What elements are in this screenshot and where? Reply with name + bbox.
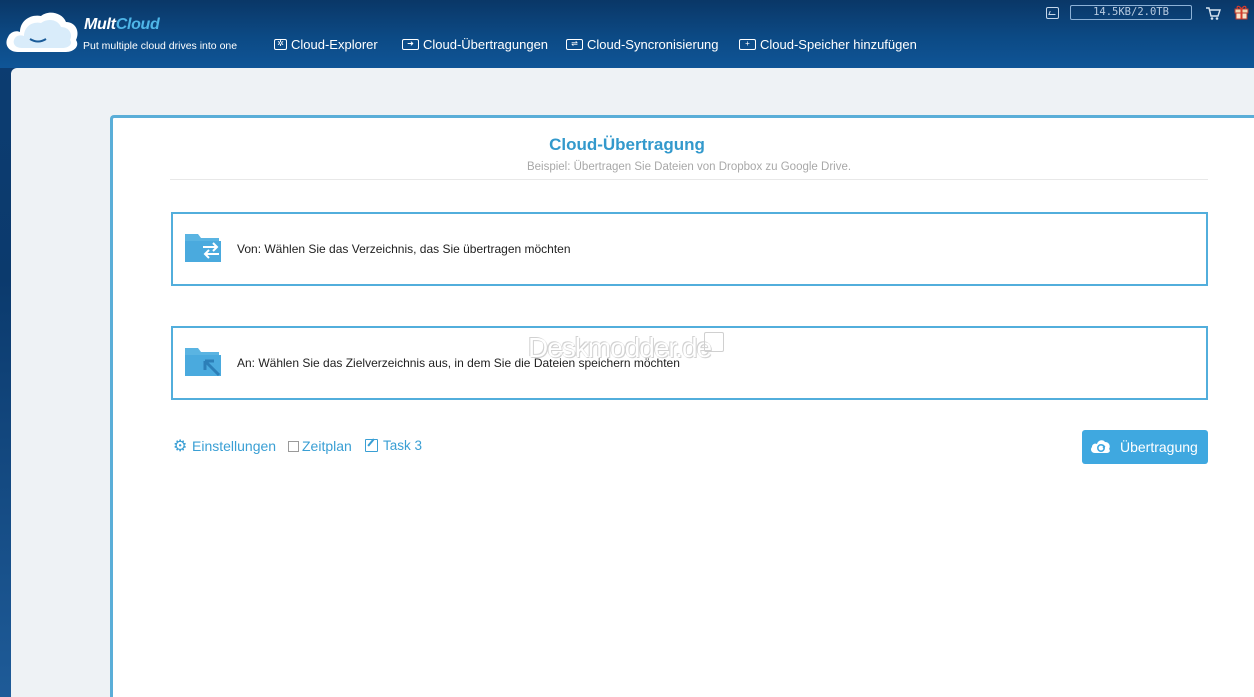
divider [170, 179, 1208, 180]
top-header: MultCloud Put multiple cloud drives into… [0, 0, 1254, 68]
schedule-checkbox[interactable] [288, 440, 299, 452]
brand-tagline: Put multiple cloud drives into one [83, 40, 238, 52]
transfer-icon: ➜ [402, 38, 419, 50]
folder-transfer-icon [185, 234, 221, 262]
cloud-explorer-icon: ✲ [274, 38, 287, 50]
settings-label: Einstellungen [192, 438, 277, 454]
page-subtitle: Beispiel: Übertragen Sie Dateien von Dro… [526, 161, 852, 173]
nav-label: Cloud-Speicher hinzufügen [760, 36, 917, 52]
watermark-text: Deskmodder.de [528, 332, 712, 363]
schedule-option[interactable]: Zeitplan [288, 438, 352, 454]
sync-icon: ⇌ [566, 38, 583, 50]
nav-add-storage[interactable]: + Cloud-Speicher hinzufügen [739, 34, 917, 54]
gift-icon[interactable] [1234, 4, 1249, 20]
transfer-button-label: Übertragung [1120, 439, 1198, 455]
storage-usage-bar[interactable]: 14.5KB/2.0TB [1070, 5, 1192, 20]
task-name-link[interactable]: Task 3 [365, 438, 422, 453]
brand-name: MultCloud [84, 16, 160, 33]
settings-link[interactable]: ⚙ Einstellungen [173, 438, 276, 454]
edit-icon [365, 439, 378, 452]
transfer-button[interactable]: Übertragung [1082, 430, 1208, 464]
nav-cloud-transfers[interactable]: ➜ Cloud-Übertragungen [402, 34, 548, 54]
add-storage-icon: + [739, 38, 756, 50]
nav-label: Cloud-Übertragungen [423, 36, 549, 52]
activity-icon[interactable] [1046, 7, 1059, 19]
multcloud-logo-icon[interactable] [4, 6, 80, 56]
cart-icon[interactable] [1205, 5, 1221, 21]
gear-icon: ⚙ [173, 437, 188, 455]
source-directory-selector[interactable]: Von: Wählen Sie das Verzeichnis, das Sie… [171, 212, 1208, 286]
schedule-label: Zeitplan [302, 438, 352, 454]
cloud-transfer-icon [1091, 440, 1110, 453]
folder-target-icon [185, 348, 221, 377]
page-title: Cloud-Übertragung [549, 135, 705, 154]
nav-cloud-sync[interactable]: ⇌ Cloud-Syncronisierung [566, 34, 719, 54]
nav-label: Cloud-Explorer [291, 36, 378, 52]
nav-cloud-explorer[interactable]: ✲ Cloud-Explorer [274, 34, 378, 54]
transfer-panel [110, 115, 1254, 697]
task-label: Task 3 [383, 438, 423, 453]
source-prompt: Von: Wählen Sie das Verzeichnis, das Sie… [237, 242, 571, 256]
nav-label: Cloud-Syncronisierung [587, 36, 719, 52]
watermark-pen-icon [704, 332, 724, 352]
